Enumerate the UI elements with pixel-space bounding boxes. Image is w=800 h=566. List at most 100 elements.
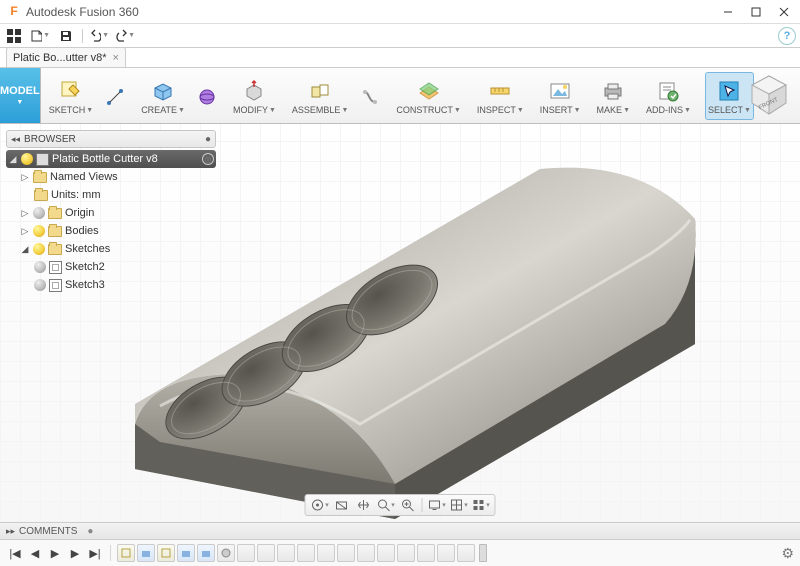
create-button[interactable]: CREATE▼ — [139, 72, 187, 120]
timeline-feature[interactable] — [197, 544, 215, 562]
timeline-feature[interactable] — [157, 544, 175, 562]
minimize-button[interactable] — [714, 2, 742, 22]
cube-root-icon — [36, 153, 49, 166]
app-icon: F — [6, 4, 22, 20]
collapse-icon[interactable]: ◂◂ — [11, 134, 20, 145]
redo-button[interactable]: ▼ — [115, 26, 135, 46]
inspect-button[interactable]: INSPECT▼ — [475, 72, 526, 120]
assemble-icon — [307, 78, 333, 104]
timeline-settings-button[interactable]: ⚙ — [781, 545, 794, 562]
modify-button[interactable]: MODIFY▼ — [231, 72, 278, 120]
timeline-feature[interactable] — [237, 544, 255, 562]
folder-icon — [48, 208, 62, 219]
zoom-button[interactable]: ▾ — [376, 496, 396, 514]
timeline: |◀ ◀ ▶ ▶ ▶| ⚙ — [0, 540, 800, 566]
sphere-icon — [197, 87, 217, 107]
assemble-button[interactable]: ASSEMBLE▼ — [290, 72, 350, 120]
expand-icon[interactable]: ◢ — [8, 154, 18, 165]
timeline-feature[interactable] — [297, 544, 315, 562]
maximize-button[interactable] — [742, 2, 770, 22]
expand-icon[interactable]: ▷ — [20, 208, 30, 219]
tree-units[interactable]: Units: mm — [6, 186, 216, 204]
visibility-icon[interactable] — [21, 153, 33, 165]
close-tab-icon[interactable]: × — [113, 52, 119, 64]
timeline-feature[interactable] — [137, 544, 155, 562]
visibility-icon[interactable] — [34, 261, 46, 273]
timeline-feature[interactable] — [277, 544, 295, 562]
grid-settings-button[interactable]: ▾ — [449, 496, 469, 514]
tree-origin[interactable]: ▷ Origin — [6, 204, 216, 222]
sketch-button[interactable]: SKETCH▼ — [47, 72, 95, 120]
make-button[interactable]: MAKE▼ — [595, 72, 632, 120]
expand-icon[interactable]: ▷ — [20, 172, 30, 183]
press-pull-icon — [241, 78, 267, 104]
data-panel-button[interactable] — [4, 26, 24, 46]
insert-button[interactable]: INSERT▼ — [538, 72, 583, 120]
timeline-feature[interactable] — [457, 544, 475, 562]
undo-button[interactable]: ▼ — [89, 26, 109, 46]
visibility-icon[interactable] — [33, 225, 45, 237]
visibility-icon[interactable] — [33, 207, 45, 219]
joint-tool[interactable] — [358, 72, 382, 120]
folder-icon — [48, 226, 62, 237]
app-title: Autodesk Fusion 360 — [26, 5, 714, 19]
visibility-icon[interactable] — [34, 279, 46, 291]
timeline-feature[interactable] — [177, 544, 195, 562]
addins-button[interactable]: ADD-INS▼ — [644, 72, 693, 120]
timeline-end-button[interactable]: ▶| — [86, 544, 104, 562]
file-menu-button[interactable]: ▼ — [30, 26, 50, 46]
box-icon — [150, 78, 176, 104]
timeline-forward-button[interactable]: ▶ — [66, 544, 84, 562]
help-button[interactable]: ? — [778, 27, 796, 45]
sketch-item-icon — [49, 279, 62, 292]
tree-root[interactable]: ◢ Platic Bottle Cutter v8 ◎ — [6, 150, 216, 168]
timeline-feature[interactable] — [437, 544, 455, 562]
viewport[interactable]: ◂◂ BROWSER ● ◢ Platic Bottle Cutter v8 ◎… — [0, 124, 800, 522]
workspace-switcher[interactable]: MODEL ▼ — [0, 68, 41, 123]
print-icon — [600, 78, 626, 104]
timeline-feature[interactable] — [417, 544, 435, 562]
comments-settings-icon[interactable]: ● — [87, 526, 93, 537]
comments-bar[interactable]: ▸▸ COMMENTS ● — [0, 522, 800, 540]
expand-icon[interactable]: ▷ — [20, 226, 30, 237]
timeline-feature[interactable] — [217, 544, 235, 562]
browser-title: BROWSER — [24, 134, 76, 145]
timeline-feature[interactable] — [337, 544, 355, 562]
tree-sketches[interactable]: ◢ Sketches — [6, 240, 216, 258]
timeline-feature[interactable] — [377, 544, 395, 562]
extrude-tool[interactable] — [195, 72, 219, 120]
timeline-back-button[interactable]: ◀ — [26, 544, 44, 562]
file-tab[interactable]: Platic Bo...utter v8* × — [6, 47, 126, 67]
tree-named-views[interactable]: ▷ Named Views — [6, 168, 216, 186]
close-button[interactable] — [770, 2, 798, 22]
display-settings-button[interactable]: ▾ — [427, 496, 447, 514]
timeline-feature[interactable] — [117, 544, 135, 562]
tree-sketch2[interactable]: Sketch2 — [6, 258, 216, 276]
expand-icon[interactable]: ◢ — [20, 244, 30, 255]
browser-settings-icon[interactable]: ● — [205, 134, 211, 145]
save-button[interactable] — [56, 26, 76, 46]
look-at-button[interactable] — [332, 496, 352, 514]
orbit-button[interactable]: ▾ — [310, 496, 330, 514]
view-cube[interactable]: FRONT — [746, 72, 792, 118]
tree-sketch3[interactable]: Sketch3 — [6, 276, 216, 294]
tree-bodies[interactable]: ▷ Bodies — [6, 222, 216, 240]
timeline-play-button[interactable]: ▶ — [46, 544, 64, 562]
timeline-feature[interactable] — [257, 544, 275, 562]
timeline-feature[interactable] — [317, 544, 335, 562]
viewport-layout-button[interactable]: ▾ — [471, 496, 491, 514]
browser-tree: ◢ Platic Bottle Cutter v8 ◎ ▷ Named View… — [6, 150, 216, 294]
timeline-feature[interactable] — [357, 544, 375, 562]
browser-header[interactable]: ◂◂ BROWSER ● — [6, 130, 216, 148]
line-tool[interactable] — [103, 72, 127, 120]
construct-button[interactable]: CONSTRUCT▼ — [394, 72, 462, 120]
pan-button[interactable] — [354, 496, 374, 514]
timeline-feature[interactable] — [397, 544, 415, 562]
timeline-marker[interactable] — [479, 544, 487, 562]
cursor-icon — [716, 78, 742, 104]
timeline-start-button[interactable]: |◀ — [6, 544, 24, 562]
fit-button[interactable] — [398, 496, 418, 514]
activate-target-icon[interactable]: ◎ — [202, 153, 214, 165]
workspace-label: MODEL — [0, 85, 40, 97]
visibility-icon[interactable] — [33, 243, 45, 255]
